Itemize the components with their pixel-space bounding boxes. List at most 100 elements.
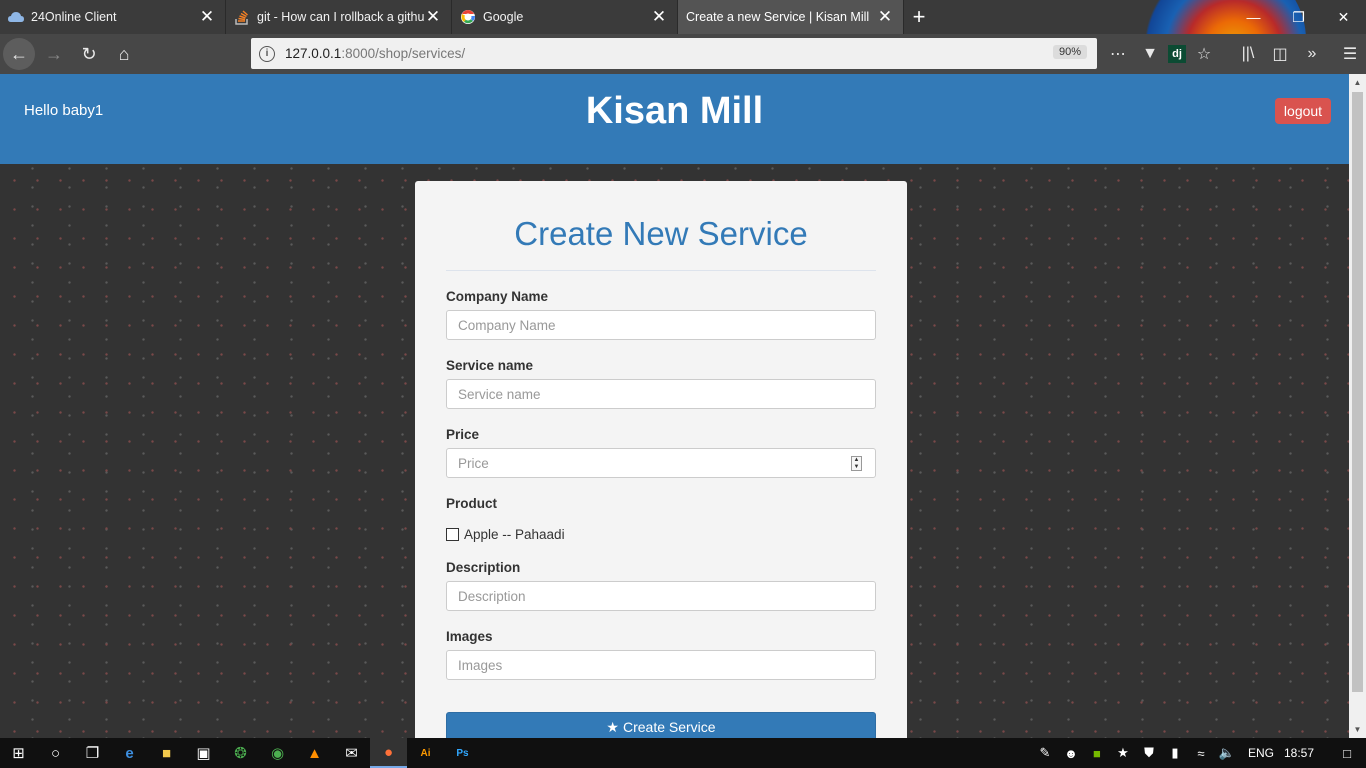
company-label: Company Name bbox=[446, 289, 549, 304]
price-field-group: Price Price ▲ ▼ bbox=[446, 427, 876, 478]
spin-down-icon[interactable]: ▼ bbox=[854, 464, 860, 470]
service-placeholder: Service name bbox=[458, 386, 541, 402]
tab-title: git - How can I rollback a githu bbox=[257, 10, 425, 24]
price-placeholder: Price bbox=[458, 455, 489, 471]
images-field-group: Images Images bbox=[446, 629, 876, 680]
mail-icon[interactable]: ✉ bbox=[333, 738, 370, 768]
tab-24online[interactable]: 24Online Client ✕ bbox=[0, 0, 226, 34]
product-label: Product bbox=[446, 496, 498, 511]
pencil-app-icon[interactable]: ✎ bbox=[1032, 745, 1058, 761]
page-actions-icon[interactable]: ⋯ bbox=[1104, 40, 1132, 68]
volume-icon[interactable]: 🔈 bbox=[1214, 745, 1240, 761]
close-icon[interactable]: ✕ bbox=[877, 7, 893, 27]
battery-icon[interactable]: ▮ bbox=[1162, 745, 1188, 761]
library-icon[interactable]: ||\ bbox=[1234, 40, 1262, 68]
nvidia-icon[interactable]: ■ bbox=[1084, 746, 1110, 761]
company-field-group: Company Name Company Name bbox=[446, 289, 876, 340]
bluetooth-icon[interactable]: ★ bbox=[1110, 745, 1136, 761]
service-name-input[interactable]: Service name bbox=[446, 379, 876, 409]
store-icon[interactable]: ▣ bbox=[185, 738, 222, 768]
tab-title: Create a new Service | Kisan Mill bbox=[686, 10, 870, 24]
chrome-icon[interactable]: ◉ bbox=[259, 738, 296, 768]
scroll-up-icon[interactable]: ▲ bbox=[1349, 74, 1366, 91]
navigation-toolbar: ← → ↻ ⌂ i 127.0.0.1:8000/shop/services/ … bbox=[0, 34, 1366, 74]
product-option-label: Apple -- Pahaadi bbox=[464, 527, 565, 542]
people-icon[interactable]: ☻ bbox=[1058, 746, 1084, 761]
reload-icon[interactable]: ↻ bbox=[73, 38, 105, 70]
django-icon[interactable]: dj bbox=[1168, 45, 1186, 63]
images-label: Images bbox=[446, 629, 493, 644]
app-green-icon[interactable]: ❂ bbox=[222, 738, 259, 768]
back-icon[interactable]: ← bbox=[3, 38, 35, 70]
illustrator-icon[interactable]: Ai bbox=[407, 738, 444, 768]
service-label: Service name bbox=[446, 358, 534, 373]
photoshop-icon[interactable]: Ps bbox=[444, 738, 481, 768]
toolbar-right: ⋯ ▼ dj ☆ ||\ ◫ » ☰ bbox=[1102, 34, 1366, 74]
google-icon bbox=[460, 9, 476, 25]
logout-button[interactable]: logout bbox=[1275, 98, 1331, 124]
description-input[interactable]: Description bbox=[446, 581, 876, 611]
site-header: Hello baby1 Kisan Mill logout bbox=[0, 74, 1349, 164]
number-spinner[interactable]: ▲ ▼ bbox=[851, 456, 862, 471]
new-tab-button[interactable]: + bbox=[904, 0, 934, 34]
create-service-label: Create Service bbox=[622, 719, 716, 735]
tab-title: 24Online Client bbox=[31, 10, 117, 24]
create-service-button[interactable]: ★ Create Service bbox=[446, 712, 876, 738]
forward-icon[interactable]: → bbox=[38, 38, 70, 70]
bookmark-star-icon[interactable]: ☆ bbox=[1190, 40, 1218, 68]
spin-up-icon[interactable]: ▲ bbox=[854, 457, 860, 463]
notifications-icon[interactable]: □ bbox=[1334, 746, 1360, 761]
clock[interactable]: 18:57 bbox=[1284, 746, 1314, 760]
price-label: Price bbox=[446, 427, 480, 442]
url-bar[interactable]: i 127.0.0.1:8000/shop/services/ 90% bbox=[251, 38, 1097, 69]
minimize-icon[interactable]: — bbox=[1231, 0, 1276, 34]
zoom-indicator[interactable]: 90% bbox=[1052, 45, 1087, 59]
images-placeholder: Images bbox=[458, 657, 503, 673]
task-view-icon[interactable]: ❐ bbox=[74, 738, 111, 768]
product-field-group: Product Apple -- Pahaadi bbox=[446, 496, 876, 542]
close-icon[interactable]: ✕ bbox=[651, 7, 667, 27]
url-host: 127.0.0.1 bbox=[285, 46, 342, 61]
window-controls: — ❐ ✕ bbox=[1231, 0, 1366, 34]
product-checkbox[interactable] bbox=[446, 528, 459, 541]
scrollbar-thumb[interactable] bbox=[1352, 92, 1363, 692]
site-info-icon[interactable]: i bbox=[259, 45, 275, 62]
tab-create-service[interactable]: Create a new Service | Kisan Mill ✕ bbox=[678, 0, 904, 34]
stackoverflow-icon bbox=[234, 9, 250, 25]
language-indicator[interactable]: ENG bbox=[1248, 746, 1274, 760]
home-icon[interactable]: ⌂ bbox=[108, 38, 140, 70]
url-path: :8000/shop/services/ bbox=[341, 46, 466, 61]
close-window-icon[interactable]: ✕ bbox=[1321, 0, 1366, 34]
cortana-icon[interactable]: ○ bbox=[37, 738, 74, 768]
images-input[interactable]: Images bbox=[446, 650, 876, 680]
security-shield-icon[interactable]: ⛊ bbox=[1136, 745, 1162, 761]
company-name-input[interactable]: Company Name bbox=[446, 310, 876, 340]
windows-taskbar: ⊞ ○ ❐ e ■ ▣ ❂ ◉ ▲ ✉ ● Ai Ps ✎ ☻ ■ ★ ⛊ ▮ … bbox=[0, 738, 1366, 768]
company-placeholder: Company Name bbox=[458, 317, 556, 333]
sidebar-icon[interactable]: ◫ bbox=[1266, 40, 1294, 68]
overflow-chevron-icon[interactable]: » bbox=[1298, 40, 1326, 68]
page-scrollbar[interactable]: ▲ ▼ bbox=[1349, 74, 1366, 738]
wifi-icon[interactable]: ≈ bbox=[1188, 746, 1214, 761]
tab-google[interactable]: Google ✕ bbox=[452, 0, 678, 34]
restore-icon[interactable]: ❐ bbox=[1276, 0, 1321, 34]
site-brand[interactable]: Kisan Mill bbox=[0, 90, 1349, 133]
edge-icon[interactable]: e bbox=[111, 738, 148, 768]
service-field-group: Service name Service name bbox=[446, 358, 876, 409]
star-icon: ★ bbox=[606, 718, 619, 735]
pocket-icon[interactable]: ▼ bbox=[1136, 40, 1164, 68]
scroll-down-icon[interactable]: ▼ bbox=[1349, 721, 1366, 738]
page-viewport: Hello baby1 Kisan Mill logout Create New… bbox=[0, 74, 1349, 738]
close-icon[interactable]: ✕ bbox=[199, 7, 215, 27]
tab-stackoverflow[interactable]: git - How can I rollback a githu ✕ bbox=[226, 0, 452, 34]
product-option: Apple -- Pahaadi bbox=[446, 527, 876, 542]
firefox-icon[interactable]: ● bbox=[370, 738, 407, 768]
price-input[interactable]: Price ▲ ▼ bbox=[446, 448, 876, 478]
divider bbox=[446, 270, 876, 271]
file-explorer-icon[interactable]: ■ bbox=[148, 738, 185, 768]
cloud-icon bbox=[8, 9, 24, 25]
windows-start-icon[interactable]: ⊞ bbox=[0, 738, 37, 768]
menu-icon[interactable]: ☰ bbox=[1336, 40, 1364, 68]
vlc-icon[interactable]: ▲ bbox=[296, 738, 333, 768]
close-icon[interactable]: ✕ bbox=[425, 7, 441, 27]
